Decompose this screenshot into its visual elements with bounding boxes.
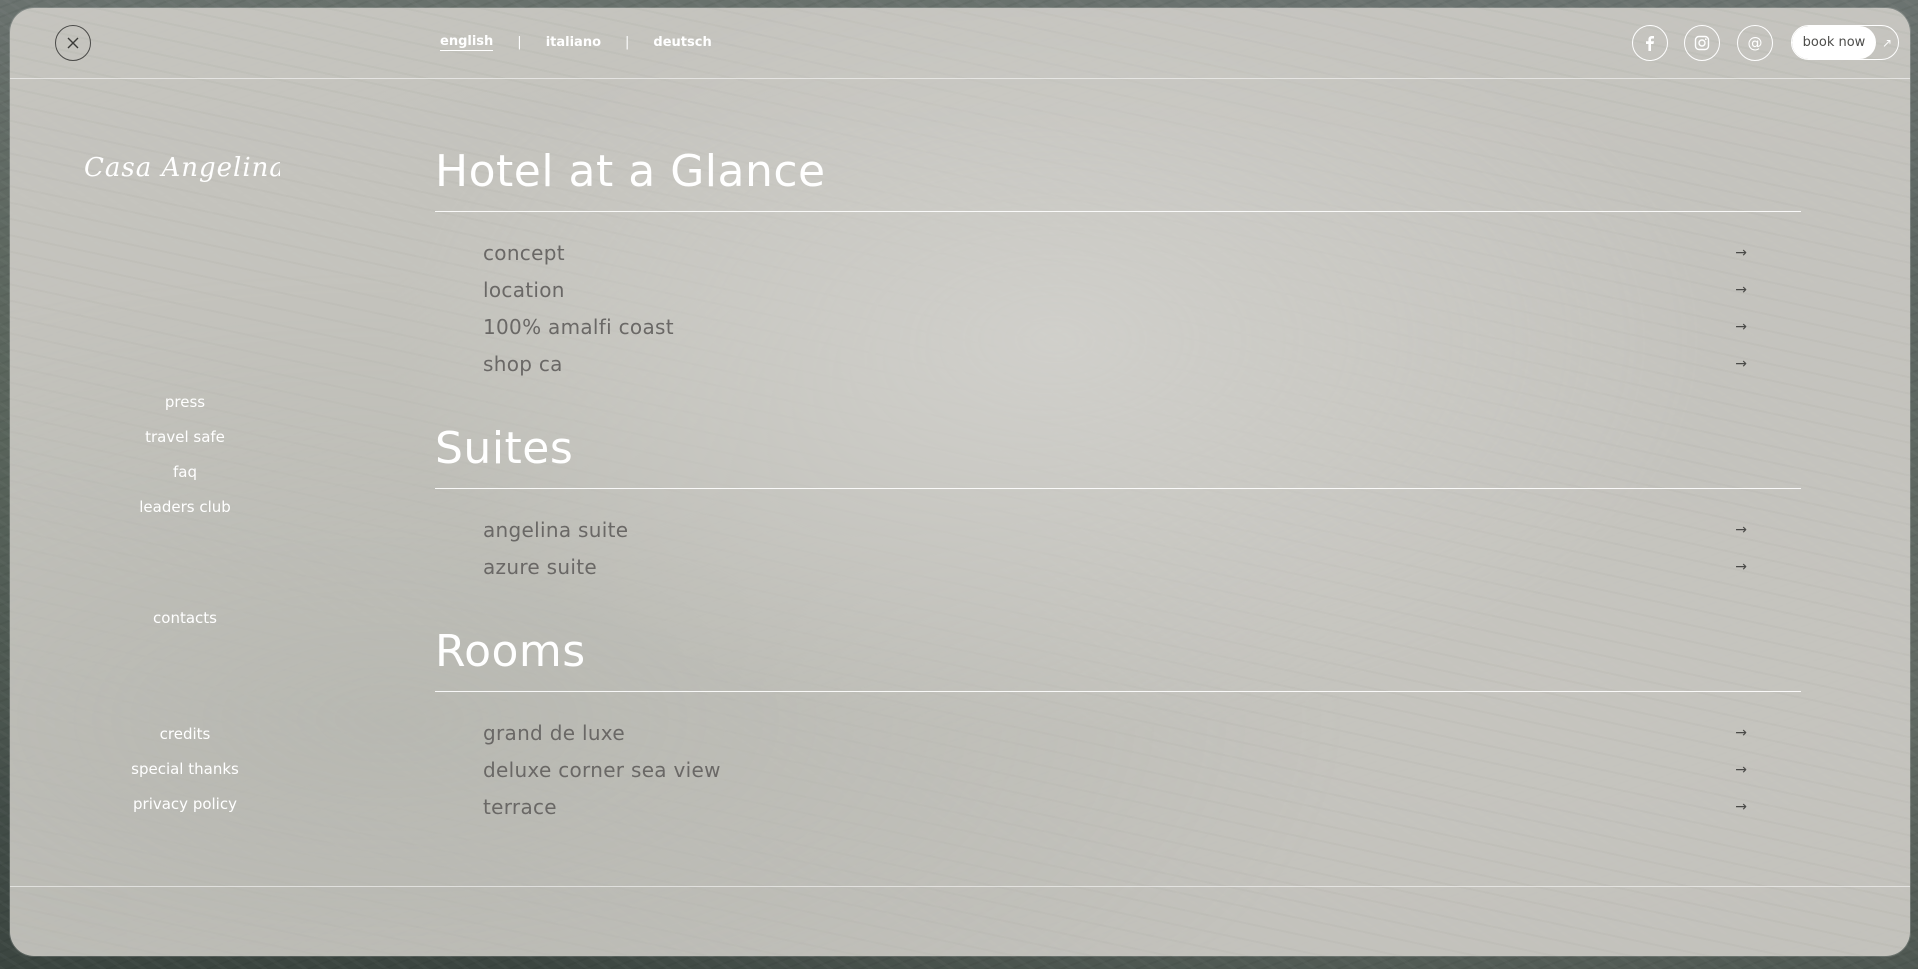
divider: [435, 211, 1801, 212]
lang-separator: |: [625, 35, 630, 50]
close-button[interactable]: [55, 25, 91, 61]
menu-item-label: angelina suite: [483, 517, 629, 542]
menu-item-label: grand de luxe: [483, 720, 625, 745]
footer-divider: [10, 886, 1910, 887]
leaders-club-link[interactable]: leaders club: [70, 490, 300, 525]
menu-item-concept[interactable]: concept →: [435, 234, 1801, 271]
arrow-right-icon: →: [1735, 724, 1747, 741]
instagram-button[interactable]: [1684, 25, 1720, 61]
section-title: Hotel at a Glance: [435, 146, 826, 197]
privacy-policy-link[interactable]: privacy policy: [70, 787, 300, 822]
menu-item-label: 100% amalfi coast: [483, 314, 674, 339]
divider: [435, 691, 1801, 692]
menu-panel: english | italiano | deutsch @ book now …: [10, 8, 1910, 956]
travel-safe-link[interactable]: travel safe: [70, 420, 300, 455]
menu-item-deluxe-corner-sea-view[interactable]: deluxe corner sea view →: [435, 751, 1801, 788]
casa-angelina-logo: Casa Angelina: [84, 153, 280, 183]
section-suites: Suites angelina suite → azure suite →: [435, 420, 1801, 585]
menu-item-label: azure suite: [483, 554, 597, 579]
lang-separator: |: [517, 35, 522, 50]
press-link[interactable]: press: [70, 385, 300, 420]
left-menu-group-legal: credits special thanks privacy policy: [70, 717, 300, 822]
arrow-right-icon: →: [1735, 558, 1747, 575]
faq-link[interactable]: faq: [70, 455, 300, 490]
menu-item-label: deluxe corner sea view: [483, 757, 721, 782]
divider: [435, 488, 1801, 489]
at-icon: @: [1747, 34, 1763, 52]
menu-item-angelina-suite[interactable]: angelina suite →: [435, 511, 1801, 548]
language-switcher: english | italiano | deutsch: [440, 34, 712, 51]
menu-item-amalfi-coast[interactable]: 100% amalfi coast →: [435, 308, 1801, 345]
arrow-right-icon: →: [1735, 244, 1747, 261]
arrow-right-icon: →: [1735, 521, 1747, 538]
credits-link[interactable]: credits: [70, 717, 300, 752]
menu-item-terrace[interactable]: terrace →: [435, 788, 1801, 825]
lang-english[interactable]: english: [440, 34, 494, 51]
email-button[interactable]: @: [1737, 25, 1773, 61]
instagram-icon: [1694, 35, 1710, 51]
lang-deutsch[interactable]: deutsch: [653, 35, 711, 50]
top-bar: english | italiano | deutsch @ book now …: [10, 8, 1910, 79]
close-icon: [67, 37, 79, 49]
menu-item-label: location: [483, 277, 565, 302]
contacts-link[interactable]: contacts: [70, 601, 300, 636]
section-title: Suites: [435, 423, 574, 474]
menu-item-label: terrace: [483, 794, 557, 819]
menu-item-grand-de-luxe[interactable]: grand de luxe →: [435, 714, 1801, 751]
book-now-button[interactable]: book now ↗: [1791, 25, 1899, 60]
arrow-right-icon: →: [1735, 281, 1747, 298]
section-rooms: Rooms grand de luxe → deluxe corner sea v…: [435, 623, 1801, 825]
external-link-icon: ↗: [1881, 35, 1893, 50]
arrow-right-icon: →: [1735, 761, 1747, 778]
section-hotel-at-a-glance: Hotel at a Glance concept → location → 100…: [435, 143, 1801, 382]
menu-item-label: shop ca: [483, 351, 563, 376]
book-now-label: book now: [1792, 26, 1876, 59]
facebook-icon: [1646, 36, 1654, 51]
arrow-right-icon: →: [1735, 355, 1747, 372]
menu-item-azure-suite[interactable]: azure suite →: [435, 548, 1801, 585]
special-thanks-link[interactable]: special thanks: [70, 752, 300, 787]
menu-item-shop[interactable]: shop ca →: [435, 345, 1801, 382]
lang-italiano[interactable]: italiano: [546, 35, 601, 50]
menu-item-location[interactable]: location →: [435, 271, 1801, 308]
menu-item-label: concept: [483, 240, 565, 265]
logo-text: Casa Angelina: [84, 153, 280, 183]
facebook-button[interactable]: [1632, 25, 1668, 61]
left-menu-group-info: press travel safe faq leaders club: [70, 385, 300, 525]
arrow-right-icon: →: [1735, 318, 1747, 335]
section-title: Rooms: [435, 626, 586, 677]
left-menu-group-contacts: contacts: [70, 601, 300, 636]
arrow-right-icon: →: [1735, 798, 1747, 815]
